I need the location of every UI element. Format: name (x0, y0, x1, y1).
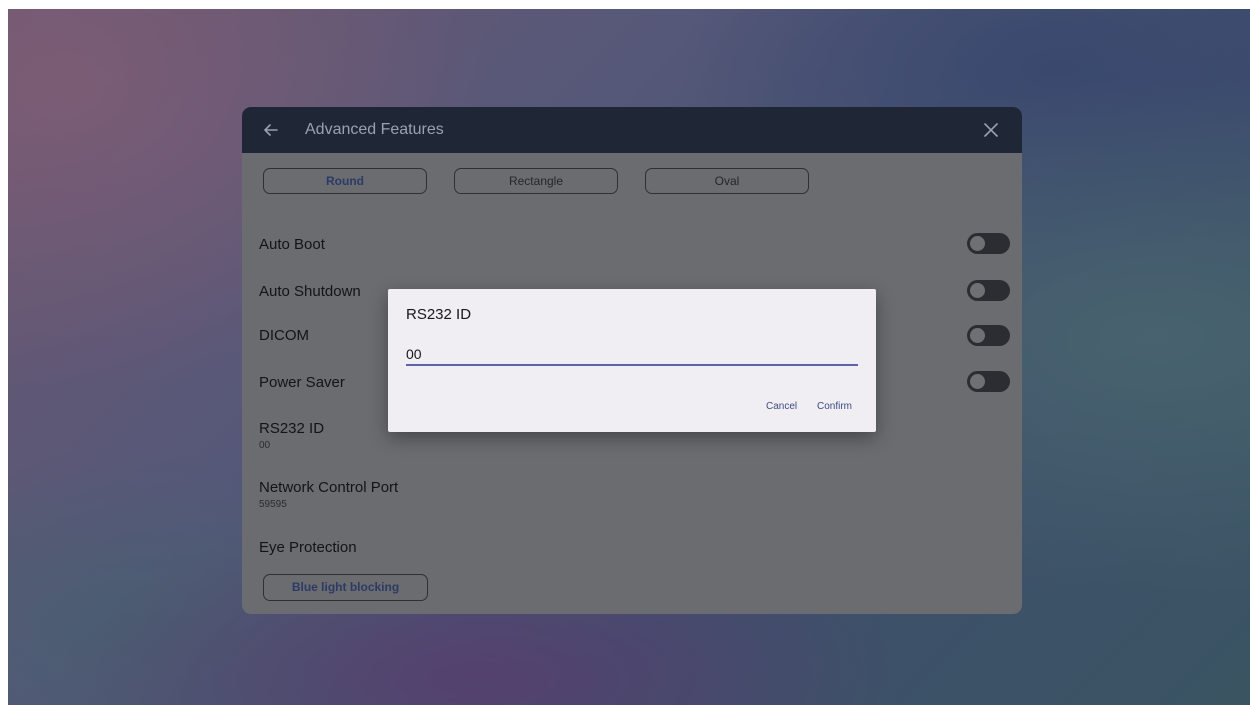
network-control-port-label[interactable]: Network Control Port (259, 479, 398, 497)
eye-protection-label: Eye Protection (259, 539, 357, 556)
panel-header: Advanced Features (242, 107, 1022, 153)
blue-light-blocking-button[interactable]: Blue light blocking (263, 574, 428, 601)
arrow-left-icon[interactable] (260, 119, 282, 141)
rs232-id-value: 00 (259, 440, 271, 451)
rs232-id-input[interactable] (406, 344, 858, 366)
power-saver-toggle[interactable] (967, 371, 1010, 392)
toggle-knob (970, 283, 985, 298)
power-saver-label: Power Saver (259, 374, 345, 391)
cancel-button[interactable]: Cancel (766, 401, 797, 413)
shape-oval-button[interactable]: Oval (645, 168, 809, 194)
rs232-id-label[interactable]: RS232 ID (259, 420, 324, 438)
toggle-knob (970, 236, 985, 251)
network-control-port-value: 59595 (259, 499, 287, 510)
auto-shutdown-toggle[interactable] (967, 280, 1010, 301)
dicom-toggle[interactable] (967, 325, 1010, 346)
confirm-button[interactable]: Confirm (817, 401, 852, 413)
dialog-title: RS232 ID (406, 306, 472, 323)
auto-shutdown-label: Auto Shutdown (259, 283, 361, 300)
shape-round-button[interactable]: Round (263, 168, 427, 194)
panel-title: Advanced Features (305, 121, 444, 138)
toggle-knob (970, 328, 985, 343)
desktop-background: Advanced Features Round Rectangle Oval A… (8, 9, 1250, 705)
toggle-knob (970, 374, 985, 389)
shape-rectangle-button[interactable]: Rectangle (454, 168, 618, 194)
rs232-id-dialog: RS232 ID Cancel Confirm (388, 289, 876, 432)
auto-boot-toggle[interactable] (967, 233, 1010, 254)
auto-boot-label: Auto Boot (259, 236, 325, 253)
dicom-label: DICOM (259, 327, 309, 344)
close-icon[interactable] (982, 121, 1000, 139)
